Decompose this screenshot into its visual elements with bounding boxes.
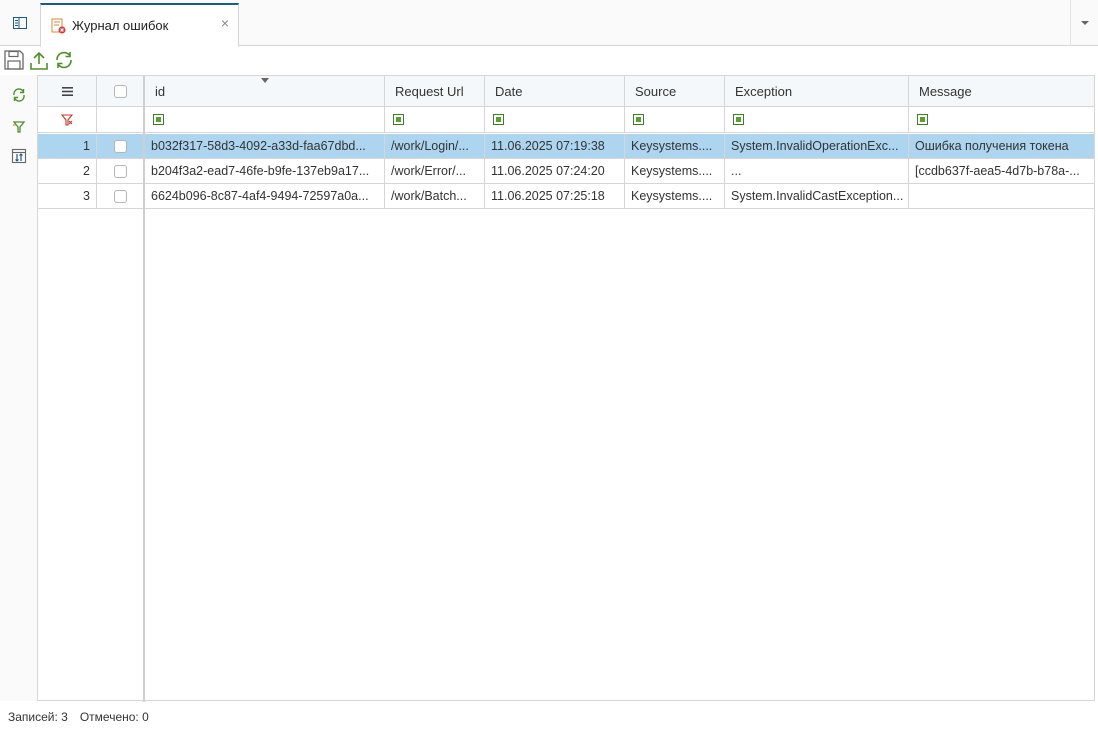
filter-toggle-icon[interactable] xyxy=(153,114,164,125)
grid-header-row: id Request Url Date Source Exception Mes… xyxy=(38,76,1094,107)
column-header-label: id xyxy=(155,83,166,99)
filter-toggle-icon[interactable] xyxy=(917,114,928,125)
refresh-icon xyxy=(56,51,72,69)
error-log-icon xyxy=(51,18,66,33)
cell-date[interactable]: 11.06.2025 07:19:38 xyxy=(485,134,625,158)
cell-exception[interactable]: System.InvalidOperationExc... xyxy=(725,134,909,158)
row-checkbox[interactable] xyxy=(113,139,127,153)
filter-cell-empty xyxy=(97,107,144,132)
frozen-column-divider xyxy=(143,76,145,702)
column-header-label: Exception xyxy=(735,83,793,99)
filter-toggle-icon[interactable] xyxy=(633,114,644,125)
row-checkbox[interactable] xyxy=(113,164,127,178)
column-header-source[interactable]: Source xyxy=(625,76,725,106)
tab-strip: Журнал ошибок × xyxy=(0,0,1098,47)
status-bar: Записей: 3 Отмечено: 0 xyxy=(0,704,1098,729)
row-checkbox-cell[interactable] xyxy=(97,134,144,158)
close-icon[interactable]: × xyxy=(218,16,232,30)
grid-refresh-button[interactable] xyxy=(8,84,30,106)
cell-url[interactable]: /work/Login/... xyxy=(385,134,485,158)
filter-button[interactable] xyxy=(8,116,30,138)
side-panel xyxy=(0,75,38,701)
cell-url[interactable]: /work/Batch... xyxy=(385,184,485,208)
row-checkbox[interactable] xyxy=(113,189,127,203)
row-number: 1 xyxy=(38,134,97,158)
grid-view-icon xyxy=(13,17,27,29)
column-header-request-url[interactable]: Request Url xyxy=(385,76,485,106)
cell-date[interactable]: 11.06.2025 07:25:18 xyxy=(485,184,625,208)
filter-id[interactable] xyxy=(145,107,385,132)
home-tab-button[interactable] xyxy=(0,0,40,46)
cell-message[interactable]: Ошибка получения токена xyxy=(909,134,1094,158)
tab-list-dropdown[interactable] xyxy=(1070,0,1098,46)
cell-source[interactable]: Keysystems.... xyxy=(625,184,725,208)
filter-row xyxy=(38,107,1094,133)
save-button[interactable] xyxy=(2,48,26,72)
table-row[interactable]: 3 6624b096-8c87-4af4-9494-72597a0a.../wor… xyxy=(38,184,1094,209)
tab-title: Журнал ошибок xyxy=(72,18,169,33)
column-header-label: Request Url xyxy=(395,83,464,99)
cell-id[interactable]: b032f317-58d3-4092-a33d-faa67dbd... xyxy=(145,134,385,158)
select-all-checkbox[interactable] xyxy=(113,84,127,98)
app-window: Журнал ошибок × id Request Url Date Sour… xyxy=(0,0,1098,729)
cell-date[interactable]: 11.06.2025 07:24:20 xyxy=(485,159,625,183)
table-row[interactable]: 2 b204f3a2-ead7-46fe-b9fe-137eb9a17.../wo… xyxy=(38,159,1094,184)
chevron-down-icon xyxy=(1080,21,1089,25)
row-checkbox-cell[interactable] xyxy=(97,184,144,208)
hamburger-menu-icon xyxy=(61,86,73,96)
grid-menu-button[interactable] xyxy=(38,76,97,106)
cell-source[interactable]: Keysystems.... xyxy=(625,134,725,158)
column-header-label: Message xyxy=(919,83,972,99)
filter-toggle-icon[interactable] xyxy=(733,114,744,125)
filter-exception[interactable] xyxy=(725,107,909,132)
upload-button[interactable] xyxy=(27,48,51,72)
column-header-exception[interactable]: Exception xyxy=(725,76,909,106)
sort-indicator-icon xyxy=(261,78,269,83)
checked-count: Отмечено: 0 xyxy=(79,709,149,724)
records-count: Записей: 3 xyxy=(8,709,68,724)
table-row[interactable]: 1 b032f317-58d3-4092-a33d-faa67dbd.../wor… xyxy=(38,134,1094,159)
filter-toggle-icon[interactable] xyxy=(393,114,404,125)
filter-source[interactable] xyxy=(625,107,725,132)
column-settings-button[interactable] xyxy=(8,145,30,167)
tab-error-log[interactable]: Журнал ошибок × xyxy=(40,3,239,47)
refresh-icon xyxy=(13,88,25,102)
clear-filters-button[interactable] xyxy=(38,107,97,132)
refresh-button[interactable] xyxy=(52,48,76,72)
cell-exception[interactable]: System.InvalidCastException... xyxy=(725,184,909,208)
column-header-date[interactable]: Date xyxy=(485,76,625,106)
cell-id[interactable]: 6624b096-8c87-4af4-9494-72597a0a... xyxy=(145,184,385,208)
column-header-label: Source xyxy=(635,83,677,99)
filter-date[interactable] xyxy=(485,107,625,132)
upload-icon xyxy=(30,51,48,70)
row-number: 2 xyxy=(38,159,97,183)
column-settings-icon xyxy=(11,148,27,164)
filter-toggle-icon[interactable] xyxy=(493,114,504,125)
error-log-grid: id Request Url Date Source Exception Mes… xyxy=(38,75,1095,702)
save-icon xyxy=(4,50,24,70)
cell-id[interactable]: b204f3a2-ead7-46fe-b9fe-137eb9a17... xyxy=(145,159,385,183)
filter-request-url[interactable] xyxy=(385,107,485,132)
column-header-message[interactable]: Message xyxy=(909,76,1094,106)
select-all-cell[interactable] xyxy=(97,76,144,106)
cell-url[interactable]: /work/Error/... xyxy=(385,159,485,183)
column-header-label: Date xyxy=(495,83,523,99)
row-checkbox-cell[interactable] xyxy=(97,159,144,183)
cell-exception[interactable]: ... xyxy=(725,159,909,183)
clear-filter-icon xyxy=(61,113,73,126)
column-header-id[interactable]: id xyxy=(145,76,385,106)
cell-message[interactable]: [ccdb637f-aea5-4d7b-b78a-... xyxy=(909,159,1094,183)
cell-message[interactable] xyxy=(909,184,1094,208)
filter-icon xyxy=(12,121,26,133)
row-number: 3 xyxy=(38,184,97,208)
filter-message[interactable] xyxy=(909,107,1094,132)
toolbar xyxy=(2,48,76,72)
cell-source[interactable]: Keysystems.... xyxy=(625,159,725,183)
